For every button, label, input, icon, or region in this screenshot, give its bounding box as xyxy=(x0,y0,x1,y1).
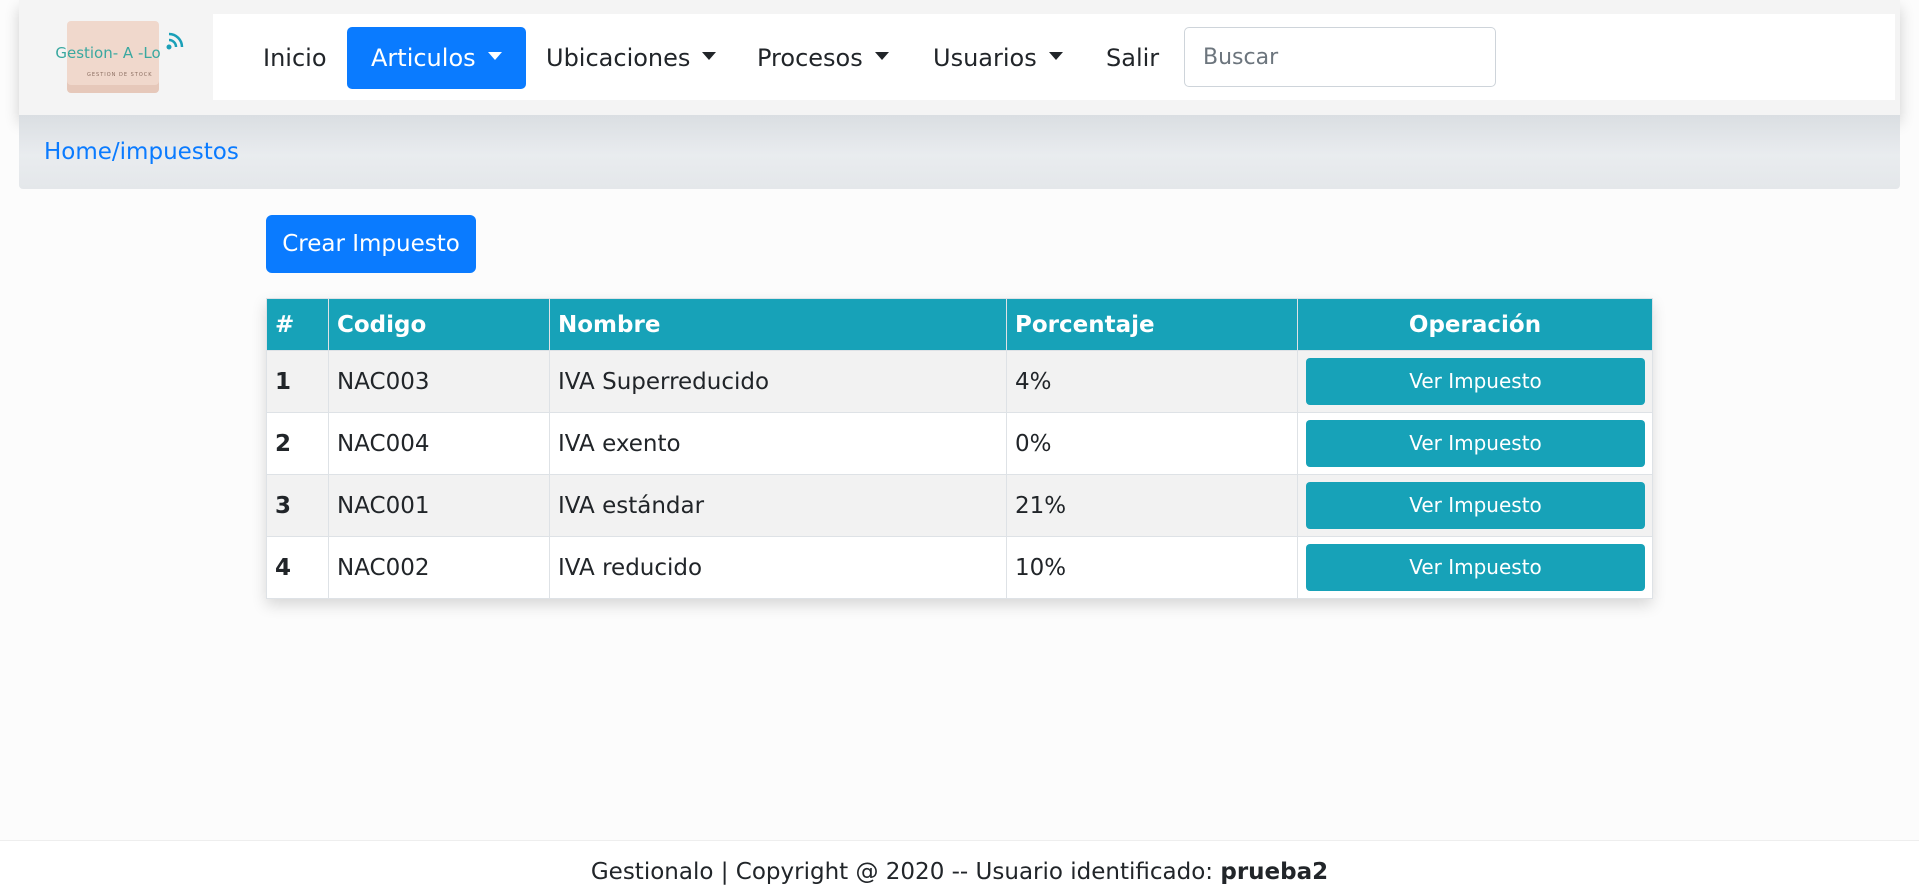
nav-ubicaciones-dropdown[interactable]: Ubicaciones xyxy=(546,27,717,89)
nav-inicio[interactable]: Inicio xyxy=(263,27,327,89)
ver-impuesto-button[interactable]: Ver Impuesto xyxy=(1306,482,1645,529)
ver-impuesto-button[interactable]: Ver Impuesto xyxy=(1306,358,1645,405)
footer-copyright: Gestionalo | Copyright @ 2020 -- Usuario… xyxy=(590,859,1221,885)
breadcrumb-bar: Home/impuestos xyxy=(19,115,1900,189)
row-operacion: Ver Impuesto xyxy=(1297,350,1653,413)
nav-articulos-label: Articulos xyxy=(371,44,476,72)
row-nombre: IVA reducido xyxy=(549,536,1007,599)
row-codigo: NAC002 xyxy=(328,536,550,599)
nav-articulos-dropdown[interactable]: Articulos xyxy=(347,27,526,89)
brand-logo[interactable]: Gestion- A -Lo GESTION DE STOCK xyxy=(45,13,193,101)
row-num: 3 xyxy=(266,474,329,537)
wifi-icon xyxy=(166,32,184,50)
header-num: # xyxy=(266,298,329,351)
table-row: 1 NAC003 IVA Superreducido 4% Ver Impues… xyxy=(266,350,1653,413)
search-input[interactable] xyxy=(1184,27,1496,87)
row-porcentaje: 10% xyxy=(1006,536,1298,599)
row-nombre: IVA estándar xyxy=(549,474,1007,537)
header-codigo: Codigo xyxy=(328,298,550,351)
row-porcentaje: 4% xyxy=(1006,350,1298,413)
caret-down-icon xyxy=(874,52,889,60)
page-footer: Gestionalo | Copyright @ 2020 -- Usuario… xyxy=(0,840,1919,891)
header-operacion: Operación xyxy=(1297,298,1653,351)
nav-procesos-dropdown[interactable]: Procesos xyxy=(757,27,889,89)
logo-text: Gestion- A -Lo xyxy=(55,44,161,62)
nav-ubicaciones-label: Ubicaciones xyxy=(546,44,691,72)
nav-salir[interactable]: Salir xyxy=(1106,27,1159,89)
ver-impuesto-button[interactable]: Ver Impuesto xyxy=(1306,420,1645,467)
row-num: 2 xyxy=(266,412,329,475)
nav-salir-label: Salir xyxy=(1106,44,1160,72)
row-num: 4 xyxy=(266,536,329,599)
row-porcentaje: 0% xyxy=(1006,412,1298,475)
footer-text: Gestionalo | Copyright @ 2020 -- Usuario… xyxy=(0,859,1919,885)
create-impuesto-button[interactable]: Crear Impuesto xyxy=(266,215,476,273)
table-header-row: # Codigo Nombre Porcentaje Operación xyxy=(266,298,1653,351)
row-operacion: Ver Impuesto xyxy=(1297,474,1653,537)
nav-usuarios-label: Usuarios xyxy=(933,44,1037,72)
caret-down-icon xyxy=(1048,52,1063,60)
row-nombre: IVA exento xyxy=(549,412,1007,475)
nav-procesos-label: Procesos xyxy=(757,44,863,72)
breadcrumb-link[interactable]: Home/impuestos xyxy=(44,115,239,189)
row-operacion: Ver Impuesto xyxy=(1297,412,1653,475)
header-nombre: Nombre xyxy=(549,298,1007,351)
row-codigo: NAC001 xyxy=(328,474,550,537)
nav-usuarios-dropdown[interactable]: Usuarios xyxy=(933,27,1063,89)
caret-down-icon xyxy=(702,52,717,60)
row-nombre: IVA Superreducido xyxy=(549,350,1007,413)
table-row: 4 NAC002 IVA reducido 10% Ver Impuesto xyxy=(266,536,1653,599)
footer-username: prueba2 xyxy=(1220,859,1329,885)
row-codigo: NAC004 xyxy=(328,412,550,475)
top-header: Gestion- A -Lo GESTION DE STOCK Inicio A… xyxy=(19,0,1900,115)
header-porcentaje: Porcentaje xyxy=(1006,298,1298,351)
logo-subtext: GESTION DE STOCK xyxy=(87,72,153,78)
row-operacion: Ver Impuesto xyxy=(1297,536,1653,599)
row-porcentaje: 21% xyxy=(1006,474,1298,537)
table-row: 3 NAC001 IVA estándar 21% Ver Impuesto xyxy=(266,474,1653,537)
row-codigo: NAC003 xyxy=(328,350,550,413)
ver-impuesto-button[interactable]: Ver Impuesto xyxy=(1306,544,1645,591)
main-navbar: Inicio Articulos Ubicaciones Procesos Us… xyxy=(213,14,1895,100)
row-num: 1 xyxy=(266,350,329,413)
table-row: 2 NAC004 IVA exento 0% Ver Impuesto xyxy=(266,412,1653,475)
nav-inicio-label: Inicio xyxy=(263,44,327,72)
impuestos-table: # Codigo Nombre Porcentaje Operación 1 N… xyxy=(266,298,1653,599)
caret-down-icon xyxy=(487,52,502,60)
